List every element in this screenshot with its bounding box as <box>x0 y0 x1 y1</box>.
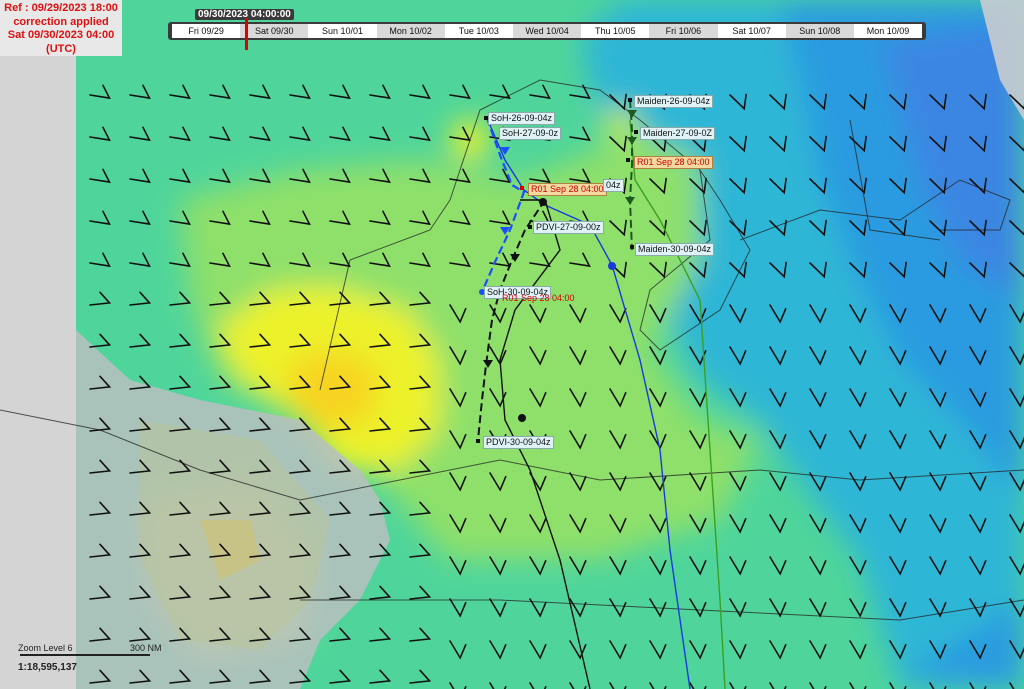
timeline-slider[interactable]: Fri 09/29 Sat 09/30 Sun 10/01 Mon 10/02 Tue … <box>168 22 926 40</box>
route-label-maiden-27[interactable]: Maiden-27-09-0Z <box>640 127 716 140</box>
current-time-marker[interactable] <box>245 18 248 50</box>
route-label-pdvi-30[interactable]: PDVI-30-09-04z <box>483 436 554 449</box>
route-label-maiden-30[interactable]: Maiden-30-09-04z <box>635 243 715 256</box>
reference-line-2: correction applied <box>13 15 109 28</box>
route-label-maiden-26[interactable]: Maiden-26-09-04z <box>634 95 714 108</box>
timeline-day[interactable]: Sat 09/30 <box>240 24 309 38</box>
scale-bar <box>20 654 150 656</box>
timeline-day[interactable]: Fri 10/06 <box>649 24 718 38</box>
weather-map[interactable] <box>0 0 1024 689</box>
timeline-day[interactable]: Sat 10/07 <box>717 24 786 38</box>
route-label-soh-26[interactable]: SoH-26-09-04z <box>488 112 556 125</box>
timeline-day[interactable]: Thu 10/05 <box>581 24 650 38</box>
reference-line-4: (UTC) <box>46 42 76 55</box>
reference-line-3: Sat 09/30/2023 04:00 <box>7 29 115 41</box>
zoom-level-label: Zoom Level 6 <box>18 643 73 653</box>
timeline-day[interactable]: Sun 10/08 <box>785 24 854 38</box>
route-label-pdvi-04z[interactable]: 04z <box>603 179 624 192</box>
route-label-soh-27[interactable]: SoH-27-09-0z <box>499 127 562 140</box>
route-label-pdvi-27[interactable]: PDVI-27-09-00z <box>533 221 604 234</box>
route-label-r01-28a[interactable]: R01 Sep 28 04:00 <box>528 183 607 196</box>
reference-line-1: Ref : 09/29/2023 18:00 <box>4 2 118 14</box>
timeline-days: Fri 09/29 Sat 09/30 Sun 10/01 Mon 10/02 Tue … <box>172 24 923 38</box>
timeline-day[interactable]: Fri 09/29 <box>172 24 241 38</box>
timeline-day[interactable]: Tue 10/03 <box>444 24 513 38</box>
scale-max-label: 300 NM <box>130 643 162 653</box>
route-label-r01-30[interactable]: R01 Sep 28 04:00 <box>500 293 577 304</box>
map-scale-ratio: 1:18,595,137 <box>18 662 77 673</box>
timeline-day[interactable]: Sun 10/01 <box>308 24 377 38</box>
timeline-day[interactable]: Mon 10/02 <box>376 24 445 38</box>
reference-time-box: Ref : 09/29/2023 18:00 correction applie… <box>0 0 122 56</box>
timeline-day[interactable]: Mon 10/09 <box>853 24 923 38</box>
timeline-day[interactable]: Wed 10/04 <box>512 24 582 38</box>
route-label-r01-28b[interactable]: R01 Sep 28 04:00 <box>634 156 713 169</box>
